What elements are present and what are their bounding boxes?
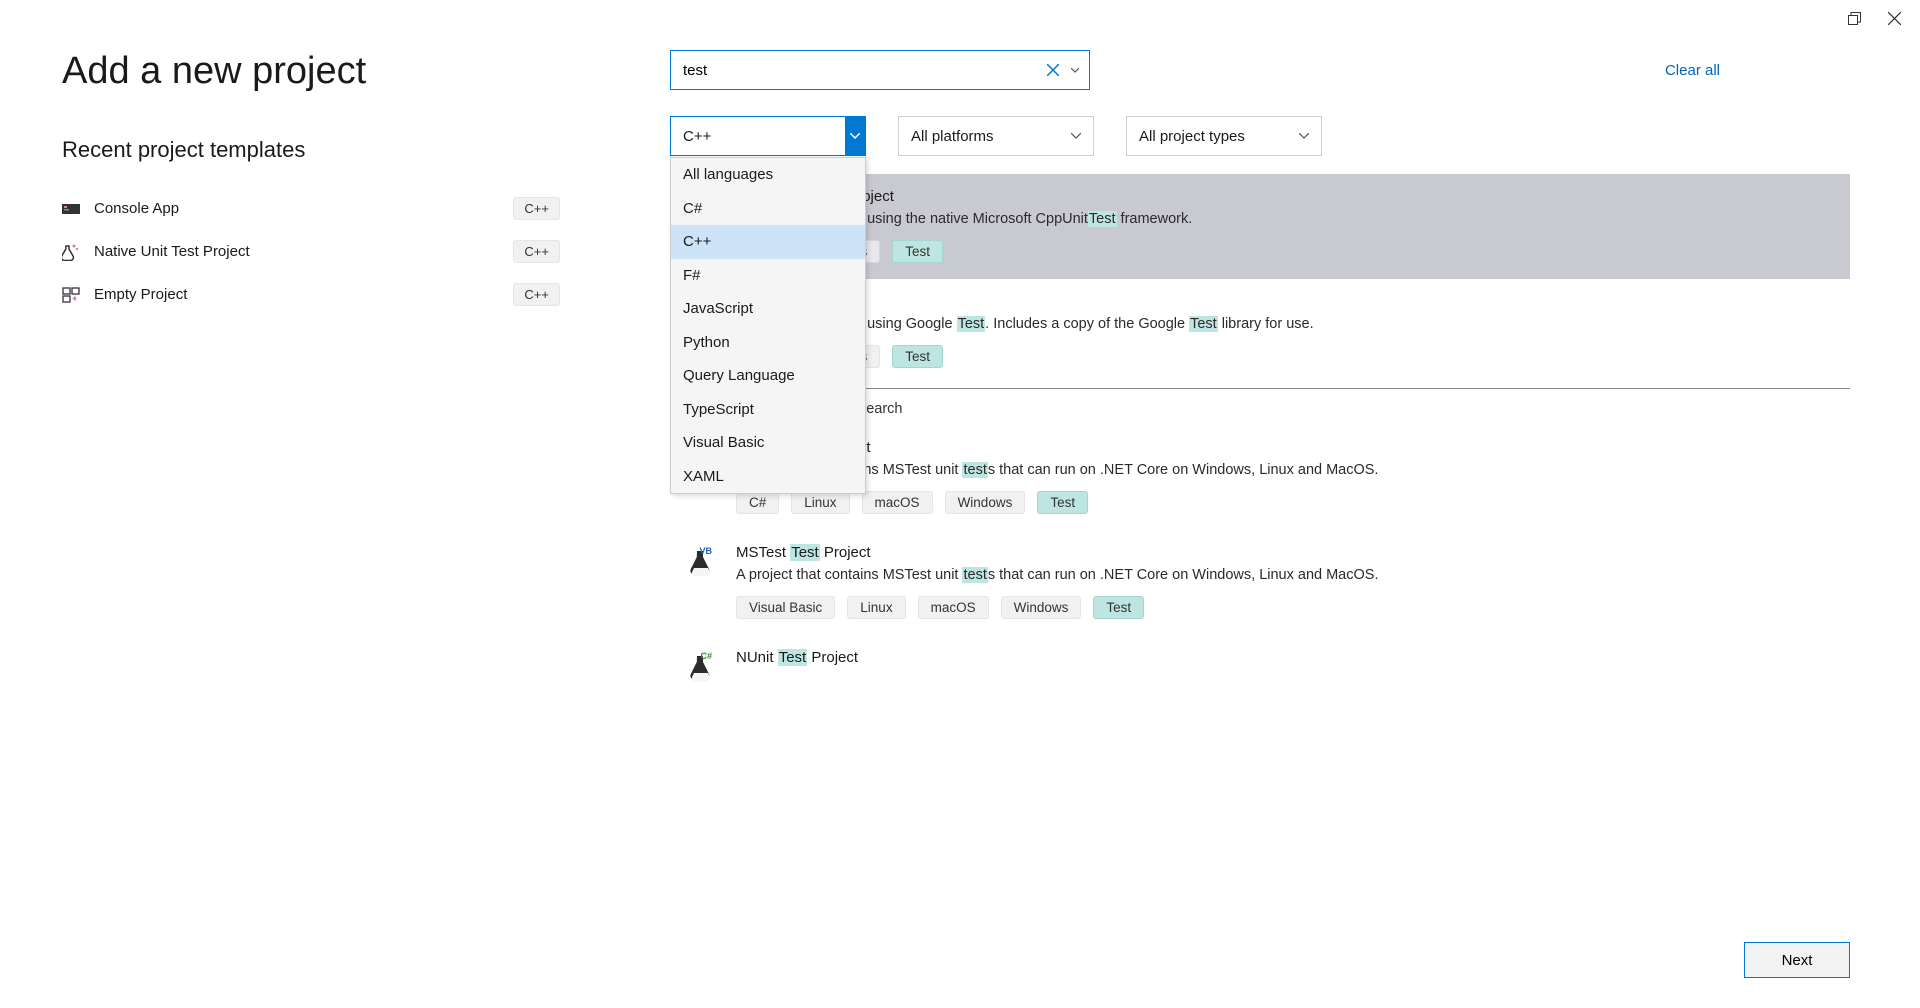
language-option[interactable]: F# bbox=[671, 259, 865, 293]
template-tag: Test bbox=[1093, 596, 1144, 619]
template-icon bbox=[62, 243, 80, 261]
language-filter-dropdown-button[interactable] bbox=[845, 117, 865, 155]
template-tag: Linux bbox=[847, 596, 905, 619]
flask-icon: C# bbox=[684, 651, 718, 685]
recent-templates-header: Recent project templates bbox=[62, 137, 560, 163]
platform-filter-value: All platforms bbox=[911, 128, 994, 145]
recent-template-item[interactable]: Empty Project C++ bbox=[62, 273, 560, 316]
language-filter-combo[interactable]: C++ All languagesC#C++F#JavaScriptPython… bbox=[670, 116, 866, 156]
template-tag: Windows bbox=[1001, 596, 1082, 619]
platform-filter-combo[interactable]: All platforms bbox=[898, 116, 1094, 156]
svg-text:C#: C# bbox=[700, 651, 712, 661]
recent-template-item[interactable]: Native Unit Test Project C++ bbox=[62, 230, 560, 273]
template-description: Write C++ unit tests using the native Mi… bbox=[736, 209, 1838, 230]
restore-window-button[interactable] bbox=[1846, 10, 1862, 26]
clear-all-link[interactable]: Clear all bbox=[1665, 62, 1720, 79]
recent-template-lang: C++ bbox=[513, 197, 560, 220]
language-option[interactable]: All languages bbox=[671, 158, 865, 192]
language-option[interactable]: C++ bbox=[671, 225, 865, 259]
template-search-box[interactable] bbox=[670, 50, 1090, 90]
next-button[interactable]: Next bbox=[1744, 942, 1850, 978]
language-filter-value: C++ bbox=[683, 128, 711, 145]
template-tag: Visual Basic bbox=[736, 596, 835, 619]
recent-template-name: Native Unit Test Project bbox=[94, 243, 250, 260]
template-tag: Windows bbox=[945, 491, 1026, 514]
recent-template-name: Empty Project bbox=[94, 286, 187, 303]
template-title: NUnit Test Project bbox=[736, 649, 1838, 666]
flask-icon: VB bbox=[684, 546, 718, 580]
template-tag: Test bbox=[892, 345, 943, 368]
template-tag: Linux bbox=[791, 491, 849, 514]
template-icon bbox=[62, 286, 80, 304]
template-description: A project that contains MSTest unit test… bbox=[736, 460, 1838, 481]
page-title: Add a new project bbox=[62, 50, 560, 93]
language-option[interactable]: C# bbox=[671, 192, 865, 226]
chevron-down-icon bbox=[1067, 117, 1085, 155]
language-dropdown[interactable]: All languagesC#C++F#JavaScriptPythonQuer… bbox=[670, 157, 866, 494]
template-description: A project that contains MSTest unit test… bbox=[736, 565, 1838, 586]
recent-template-lang: C++ bbox=[513, 240, 560, 263]
recent-template-lang: C++ bbox=[513, 283, 560, 306]
language-option[interactable]: TypeScript bbox=[671, 393, 865, 427]
project-type-filter-combo[interactable]: All project types bbox=[1126, 116, 1322, 156]
recent-template-name: Console App bbox=[94, 200, 179, 217]
project-type-filter-value: All project types bbox=[1139, 128, 1245, 145]
search-dropdown-icon[interactable] bbox=[1067, 68, 1083, 73]
template-title: Google Test bbox=[736, 293, 1838, 310]
project-template-item[interactable]: C# NUnit Test Project bbox=[670, 635, 1850, 701]
template-title: MSTest Test Project bbox=[736, 439, 1838, 456]
svg-text:VB: VB bbox=[699, 546, 712, 556]
template-description: Write C++ unit tests using Google Test. … bbox=[736, 314, 1838, 335]
template-tag: macOS bbox=[862, 491, 933, 514]
close-window-button[interactable] bbox=[1886, 10, 1902, 26]
language-option[interactable]: Visual Basic bbox=[671, 426, 865, 460]
template-title: MSTest Test Project bbox=[736, 544, 1838, 561]
project-template-item[interactable]: VB MSTest Test Project A project that co… bbox=[670, 530, 1850, 635]
search-input[interactable] bbox=[683, 62, 1039, 79]
language-option[interactable]: Python bbox=[671, 326, 865, 360]
template-tag: Test bbox=[892, 240, 943, 263]
template-icon bbox=[62, 200, 80, 218]
template-tag: Test bbox=[1037, 491, 1088, 514]
template-tag: macOS bbox=[918, 596, 989, 619]
chevron-down-icon bbox=[1295, 117, 1313, 155]
clear-search-icon[interactable] bbox=[1045, 64, 1061, 76]
language-option[interactable]: Query Language bbox=[671, 359, 865, 393]
template-tag: C# bbox=[736, 491, 779, 514]
template-title: Native Unit Test Project bbox=[736, 188, 1838, 205]
language-option[interactable]: XAML bbox=[671, 460, 865, 494]
recent-template-item[interactable]: Console App C++ bbox=[62, 187, 560, 230]
language-option[interactable]: JavaScript bbox=[671, 292, 865, 326]
